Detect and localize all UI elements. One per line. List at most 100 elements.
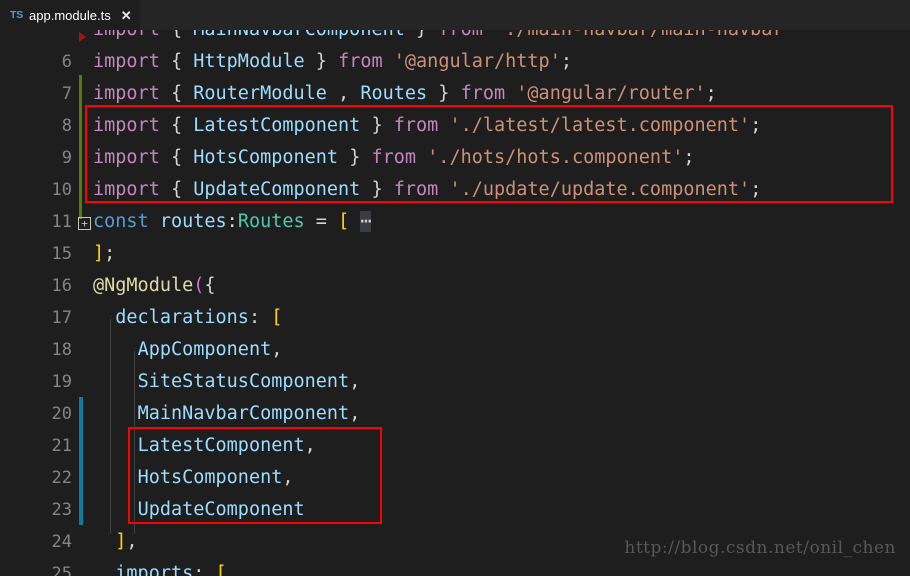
code-token: ⋯ (360, 211, 372, 232)
fold-toggle-icon[interactable]: + (78, 217, 91, 230)
line-number: 7 (61, 84, 72, 104)
code-token: : (193, 563, 205, 576)
code-token: = (315, 211, 327, 232)
line-number: 15 (51, 244, 72, 264)
line-number: 8 (61, 116, 72, 136)
code-token: { (170, 179, 183, 200)
code-token: SiteStatusComponent (137, 371, 350, 392)
code-token: { (170, 115, 183, 136)
line-number: 9 (61, 148, 72, 168)
line-number: 20 (51, 404, 72, 424)
line-number: 10 (51, 180, 72, 200)
code-line[interactable]: 25 imports: [ (0, 558, 910, 576)
code-lines-container[interactable]: import { MainNavbarComponent } from './m… (0, 14, 910, 576)
line-text: import { HotsComponent } from './hots/ho… (93, 142, 695, 174)
code-line[interactable]: 23 UpdateComponent (0, 494, 910, 526)
code-token: import (93, 115, 160, 136)
line-number: 19 (51, 372, 72, 392)
code-token: './update/update.component' (449, 179, 751, 200)
code-token: Routes (360, 83, 428, 104)
code-token: AppComponent (137, 339, 272, 360)
line-text: @NgModule({ (93, 270, 216, 302)
code-token: ; (683, 147, 695, 168)
code-line[interactable]: 6 import { HttpModule } from '@angular/ht… (0, 46, 910, 78)
line-text: HotsComponent, (93, 462, 294, 494)
code-token: , (349, 403, 361, 424)
line-number: 6 (61, 52, 72, 72)
code-line[interactable]: 18 AppComponent, (0, 334, 910, 366)
line-text: UpdateComponent (93, 494, 305, 526)
code-editor[interactable]: import { MainNavbarComponent } from './m… (0, 14, 910, 576)
code-line[interactable]: 10 import { UpdateComponent } from './upd… (0, 174, 910, 206)
code-line[interactable]: 22 HotsComponent, (0, 462, 910, 494)
code-token: [ (215, 563, 227, 576)
line-number: 11 (51, 212, 72, 232)
code-token: { (170, 83, 183, 104)
code-token: ( (193, 275, 205, 296)
code-token: import (93, 83, 160, 104)
code-line[interactable]: 8 import { LatestComponent } from './late… (0, 110, 910, 142)
code-token: HotsComponent (193, 147, 339, 168)
code-line[interactable]: 17 declarations: [ (0, 302, 910, 334)
code-line[interactable]: 11 const routes:Routes = [ ⋯ (0, 206, 910, 238)
code-token: import (93, 147, 160, 168)
line-text: ]; (93, 238, 115, 270)
code-line[interactable]: 7 import { RouterModule , Routes } from '… (0, 78, 910, 110)
code-token: , (126, 531, 138, 552)
code-token: @NgModule (93, 275, 194, 296)
code-line[interactable]: 16 @NgModule({ (0, 270, 910, 302)
code-token: { (170, 147, 183, 168)
code-token: ] (115, 531, 127, 552)
code-token: ] (93, 243, 105, 264)
line-number: 22 (51, 468, 72, 488)
code-line[interactable]: 9 import { HotsComponent } from './hots/h… (0, 142, 910, 174)
code-token: , (304, 435, 316, 456)
code-line[interactable]: 20 MainNavbarComponent, (0, 398, 910, 430)
code-token: './latest/latest.component' (449, 115, 751, 136)
code-token: import (93, 51, 160, 72)
tab-label: app.module.ts (29, 7, 111, 23)
code-token: HotsComponent (137, 467, 283, 488)
added-lines-marker (79, 75, 82, 219)
code-token: const (93, 211, 149, 232)
code-token: import (93, 179, 160, 200)
deleted-lines-marker (79, 32, 86, 42)
code-token: , (282, 467, 294, 488)
close-icon[interactable]: ✕ (121, 9, 132, 22)
tab-app-module-ts[interactable]: TS app.module.ts ✕ (0, 0, 141, 30)
modified-lines-marker (79, 397, 83, 525)
line-text: import { RouterModule , Routes } from '@… (93, 78, 717, 110)
line-number: 23 (51, 500, 72, 520)
line-text: imports: [ (93, 558, 227, 576)
code-token: } (438, 83, 450, 104)
line-text: import { HttpModule } from '@angular/htt… (93, 46, 572, 78)
code-line[interactable]: 19 SiteStatusComponent, (0, 366, 910, 398)
code-token: } (349, 147, 361, 168)
code-line[interactable]: 15]; (0, 238, 910, 270)
code-token: { (170, 51, 183, 72)
code-line[interactable]: 21 LatestComponent, (0, 430, 910, 462)
